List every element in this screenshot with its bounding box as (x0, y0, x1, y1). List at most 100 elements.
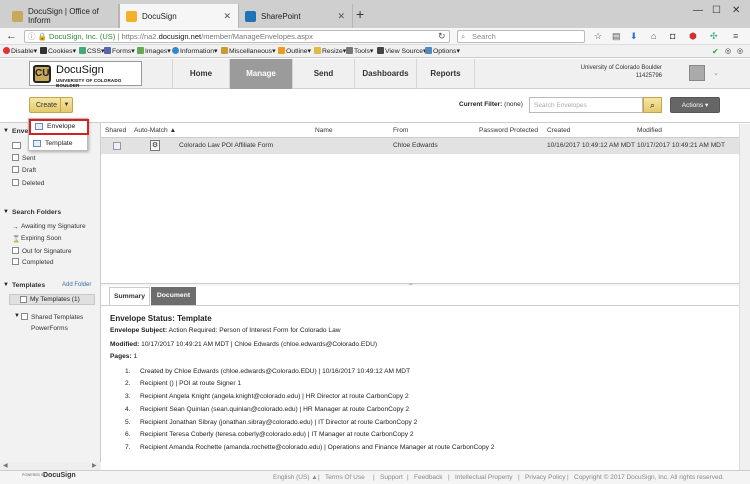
devbar-toggle-icon[interactable]: ◎ (725, 45, 731, 58)
devbar-miscellaneous[interactable]: Miscellaneous▾ (221, 45, 276, 58)
browser-search-input[interactable]: ⌕ Search (457, 30, 585, 43)
pocket-icon[interactable]: ◘ (670, 31, 675, 41)
completed-icon (12, 258, 19, 265)
sidebar-item-expiring[interactable]: ⌛Expiring Soon (12, 235, 61, 243)
current-filter: Current Filter: (none) (459, 101, 523, 108)
envelope-search-input[interactable]: Search Envelopes (529, 97, 643, 113)
devbar-close-icon[interactable]: ◎ (737, 45, 743, 58)
devbar-view-source[interactable]: View Source▾ (377, 45, 426, 58)
adblock-icon[interactable]: ⬢ (689, 31, 697, 42)
home-icon[interactable]: ⌂ (651, 31, 656, 41)
search-folders-heading[interactable]: Search Folders (12, 209, 61, 216)
col-name[interactable]: Name (315, 127, 333, 134)
actions-button[interactable]: Actions ▾ (670, 97, 720, 113)
powered-by-logo: DocuSign (43, 472, 76, 479)
url-input[interactable]: ⓘ 🔒 DocuSign, Inc. (US) | https://na2.do… (24, 30, 450, 43)
window-close-icon[interactable]: ✕ (732, 5, 740, 16)
devbar-forms[interactable]: Forms▾ (104, 45, 135, 58)
nav-manage[interactable]: Manage (229, 59, 292, 89)
footer-link-support[interactable]: Support (380, 474, 403, 481)
close-tab-icon[interactable]: ✕ (223, 11, 231, 22)
devbar-outline[interactable]: Outline▾ (278, 45, 311, 58)
avatar[interactable] (689, 65, 705, 81)
dropdown-item-envelope[interactable]: Envelope (29, 119, 89, 135)
webdev-icon[interactable]: ✣ (710, 31, 718, 42)
col-modified[interactable]: Modified (637, 127, 662, 134)
nav-home[interactable]: Home (172, 59, 229, 89)
back-icon[interactable]: ← (6, 30, 17, 42)
language-selector[interactable]: English (US) ▲ (273, 474, 318, 481)
shared-templates-collapse-icon[interactable]: ▼ (14, 313, 20, 319)
devbar-css[interactable]: CSS▾ (79, 45, 104, 58)
sidebar-item-powerforms[interactable]: PowerForms (31, 325, 68, 332)
bookmark-star-icon[interactable]: ☆ (594, 31, 602, 42)
devbar-images[interactable]: Images▾ (137, 45, 171, 58)
search-folders-collapse-icon[interactable]: ▼ (3, 209, 9, 215)
footer-link-feedback[interactable]: Feedback (414, 474, 443, 481)
footer-link-privacy[interactable]: Privacy Policy (525, 474, 565, 481)
devbar-disable[interactable]: Disable▾ (3, 45, 37, 58)
download-icon[interactable]: ⬇ (630, 31, 638, 42)
menu-icon[interactable]: ≡ (733, 31, 738, 41)
profile-chevron-down-icon[interactable]: ⌄ (713, 69, 719, 77)
devbar-tools[interactable]: Tools▾ (346, 45, 373, 58)
add-folder-link[interactable]: Add Folder (62, 282, 91, 288)
tab-document[interactable]: Document (151, 287, 196, 305)
browser-tab-docusign[interactable]: DocuSign ✕ (119, 4, 239, 28)
create-button[interactable]: Create ▼ (29, 97, 73, 113)
new-tab-icon[interactable]: + (356, 6, 364, 22)
sidebar-horizontal-scrollbar[interactable] (0, 462, 101, 470)
sidebar-item-awaiting[interactable]: → Awaiting my Signature (12, 223, 86, 231)
nav-reports[interactable]: Reports (416, 59, 475, 89)
sidebar-item-out-for-signature[interactable]: Out for Signature (12, 247, 72, 255)
sidebar-item-draft[interactable]: Draft (12, 166, 36, 174)
filter-value: (none) (504, 101, 523, 108)
docusign-cu-logo[interactable]: CU DocuSign UNIVERSITY OF COLORADO BOULD… (29, 61, 142, 88)
col-auto-match[interactable]: Auto-Match ▲ (134, 127, 176, 134)
scroll-right-icon[interactable]: ▶ (92, 462, 97, 469)
sidebar-item-my-templates[interactable]: My Templates (1) (9, 294, 95, 305)
folder-collapse-icon[interactable]: ▼ (3, 128, 9, 134)
minimize-icon[interactable]: — (693, 5, 703, 16)
browser-nav-bar: ← ⓘ 🔒 DocuSign, Inc. (US) | https://na2.… (0, 28, 750, 45)
row-name[interactable]: Colorado Law POI Affiliate Form (179, 142, 273, 149)
vertical-scrollbar[interactable] (739, 124, 750, 470)
envelopes-heading[interactable]: Enve (12, 128, 28, 135)
docusign-favicon-icon (126, 10, 137, 22)
dropdown-item-template[interactable]: Template (29, 136, 89, 151)
sidebar-item-deleted[interactable]: Deleted (12, 179, 44, 187)
information-icon (172, 47, 179, 54)
browser-tab-sharepoint[interactable]: SharePoint ✕ (239, 4, 353, 28)
sidebar-item-sent[interactable]: Sent (12, 154, 35, 162)
create-dropdown-arrow-icon[interactable]: ▼ (60, 98, 72, 112)
devbar-resize[interactable]: Resize▾ (314, 45, 346, 58)
sidebar-item-shared-templates[interactable]: Shared Templates (21, 313, 83, 321)
devbar-information[interactable]: Information▾ (172, 45, 217, 58)
reload-icon[interactable]: ↻ (438, 31, 446, 42)
col-from[interactable]: From (393, 127, 408, 134)
col-created[interactable]: Created (547, 127, 570, 134)
panel-splitter[interactable] (101, 283, 739, 286)
outline-icon (278, 47, 285, 54)
scroll-left-icon[interactable]: ◀ (3, 462, 8, 469)
templates-heading[interactable]: Templates (12, 282, 45, 289)
col-password-protected[interactable]: Password Protected (479, 127, 538, 134)
nav-dashboards[interactable]: Dashboards (354, 59, 416, 89)
browser-tab-office[interactable]: DocuSign | Office of Inform (6, 4, 119, 28)
resize-icon (314, 47, 321, 54)
maximize-icon[interactable]: ☐ (712, 5, 721, 16)
forms-icon (104, 47, 111, 54)
nav-send[interactable]: Send (292, 59, 354, 89)
footer-link-ip[interactable]: Intellectual Property (455, 474, 512, 481)
account-info[interactable]: University of Colorado Boulder 11425796 (560, 64, 662, 80)
close-tab-icon[interactable]: ✕ (337, 11, 345, 22)
footer-link-terms[interactable]: Terms Of Use (325, 474, 365, 481)
envelope-search-button[interactable]: ⌕ (643, 97, 662, 113)
devbar-options[interactable]: Options▾ (425, 45, 460, 58)
devbar-cookies[interactable]: Cookies▾ (40, 45, 76, 58)
tab-summary[interactable]: Summary (109, 287, 150, 305)
reading-list-icon[interactable]: ▤ (612, 31, 621, 42)
templates-collapse-icon[interactable]: ▼ (3, 282, 9, 288)
sidebar-item-completed[interactable]: Completed (12, 258, 53, 266)
col-shared[interactable]: Shared (105, 127, 126, 134)
